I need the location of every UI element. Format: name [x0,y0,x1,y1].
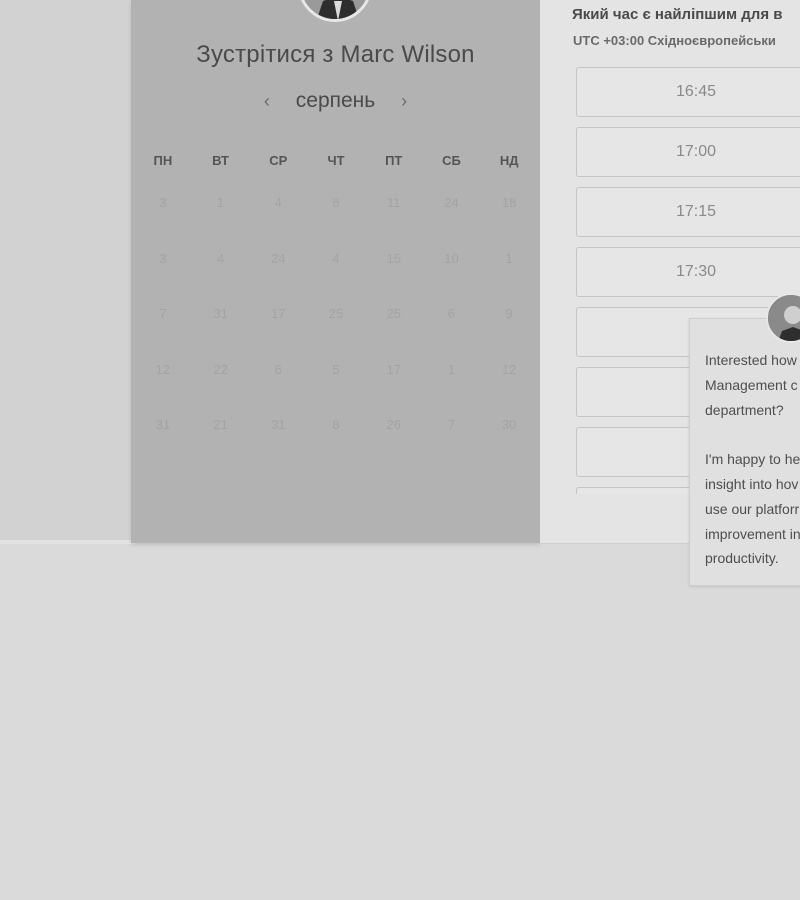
weekday-label: ПН [153,152,173,168]
calendar-week: 12 22 6 5 17 1 12 [134,342,538,398]
calendar-day[interactable]: 6 [249,362,307,377]
timezone-label[interactable]: UTC +03:00 Східноєвропейськи [573,33,776,48]
calendar-week: 3 4 24 4 15 10 1 [134,231,538,287]
meeting-title: Зустрітися з Marc Wilson [196,41,475,68]
calendar-day[interactable]: 17 [365,362,423,377]
calendar-day[interactable]: 24 [423,195,481,210]
calendar-day[interactable]: 26 [365,417,423,432]
page-background-left [0,0,135,544]
calendar-day[interactable]: 22 [192,362,250,377]
weekday-label: ВТ [212,152,229,168]
calendar-day[interactable]: 17 [249,306,307,321]
calendar-day[interactable]: 31 [249,417,307,432]
weekday-label: НД [499,152,519,168]
calendar-day[interactable]: 21 [192,417,250,432]
avatar-photo-icon [768,295,800,341]
weekday-header: ПН ВТ СР ЧТ ПТ СБ НД [134,145,538,175]
weekday-label: СР [269,152,288,168]
calendar-day[interactable]: 15 [365,251,423,266]
calendar-grid: ПН ВТ СР ЧТ ПТ СБ НД 3 1 4 8 11 24 18 3 … [134,145,538,453]
calendar-day[interactable]: 8 [307,417,365,432]
calendar-day[interactable]: 18 [480,195,538,210]
time-question-heading: Який час є найліпшим для в [572,6,783,23]
calendar-day[interactable]: 12 [134,362,192,377]
time-slot-button[interactable]: 17:15 [576,187,800,237]
calendar-day[interactable]: 1 [192,195,250,210]
calendar-day[interactable]: 5 [307,362,365,377]
calendar-day[interactable]: 3 [134,195,192,210]
calendar-day[interactable]: 4 [192,251,250,266]
time-slot-button[interactable]: 17:30 [576,247,800,297]
calendar-day[interactable]: 1 [423,362,481,377]
chevron-right-icon[interactable]: › [389,91,419,112]
calendar-week: 3 1 4 8 11 24 18 [134,175,538,231]
calendar-day[interactable]: 4 [249,195,307,210]
calendar-day[interactable]: 31 [134,417,192,432]
chat-message: Interested how Management c department? … [705,352,800,567]
calendar-day[interactable]: 9 [480,306,538,321]
calendar-day[interactable]: 11 [365,195,423,210]
month-navigation: ‹ серпень › [131,89,540,113]
time-slot-button[interactable]: 16:45 [576,67,800,117]
calendar-day[interactable]: 31 [192,306,250,321]
calendar-week: 31 21 31 8 26 7 30 [134,397,538,453]
calendar-day[interactable]: 25 [307,306,365,321]
calendar-day[interactable]: 3 [134,251,192,266]
calendar-day[interactable]: 7 [423,417,481,432]
weekday-label: ЧТ [327,152,345,168]
calendar-day[interactable]: 4 [307,251,365,266]
calendar-day[interactable]: 8 [307,195,365,210]
weekday-label: СБ [442,152,461,168]
chevron-left-icon[interactable]: ‹ [252,91,282,112]
calendar-day[interactable]: 7 [134,306,192,321]
calendar-day[interactable]: 6 [423,306,481,321]
calendar-day[interactable]: 1 [480,251,538,266]
weekday-label: ПТ [385,152,403,168]
month-label: серпень [295,89,376,112]
calendar-day[interactable]: 30 [480,417,538,432]
calendar-day[interactable]: 24 [249,251,307,266]
calendar-day[interactable]: 12 [480,362,538,377]
time-slot-button[interactable]: 17:00 [576,127,800,177]
calendar-week: 7 31 17 25 25 6 9 [134,286,538,342]
calendar-day[interactable]: 25 [365,306,423,321]
calendar-day[interactable]: 10 [423,251,481,266]
